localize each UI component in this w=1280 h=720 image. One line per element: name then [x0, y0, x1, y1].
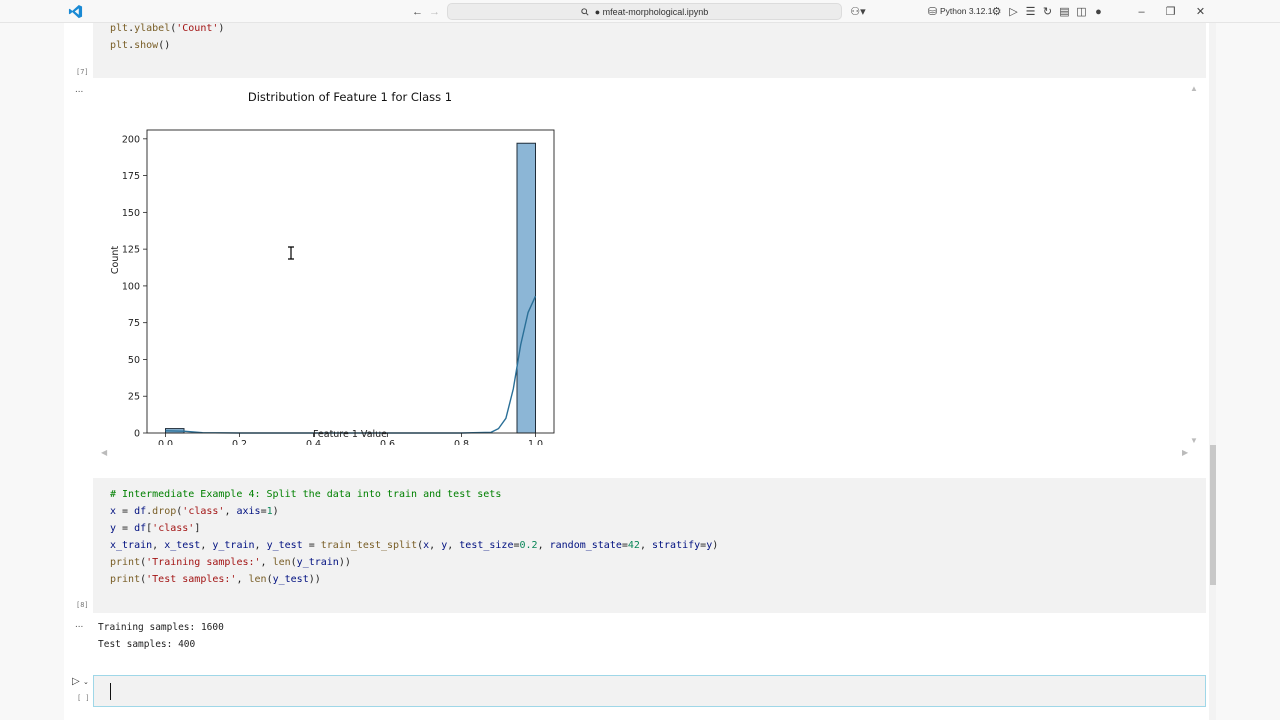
- restore-icon[interactable]: ❐: [1163, 4, 1178, 19]
- scroll-left-icon[interactable]: ◀: [101, 448, 107, 457]
- code-line: x = df.drop('class', axis=1): [110, 506, 279, 517]
- code-line: print('Test samples:', len(y_test)): [110, 574, 321, 585]
- y-tick-label: 50: [128, 355, 140, 366]
- outline-icon[interactable]: ◫: [1074, 4, 1089, 19]
- y-tick-label: 200: [122, 134, 140, 145]
- code-line: plt.ylabel('Count'): [110, 23, 225, 34]
- kernel-status-dot-icon: ●: [1095, 5, 1102, 18]
- code-comment: # Intermediate Example 4: Split the data…: [110, 489, 502, 500]
- run-cell-icon[interactable]: ▷: [72, 676, 80, 687]
- collapse-up-icon[interactable]: ▲: [1190, 84, 1198, 93]
- run-all-icon[interactable]: ▷: [1006, 4, 1021, 19]
- y-tick-label: 175: [122, 171, 140, 182]
- code-cell-8[interactable]: # Intermediate Example 4: Split the data…: [93, 478, 1206, 613]
- scrollbar-thumb[interactable]: [1210, 445, 1216, 585]
- right-strip: [1216, 23, 1280, 720]
- output-line: Training samples: 1600: [98, 622, 224, 633]
- kde-line: [165, 295, 537, 434]
- kernel-icon[interactable]: ⛁: [925, 4, 940, 19]
- vscode-logo-icon: [68, 4, 83, 19]
- y-tick-label: 25: [128, 392, 140, 403]
- code-line: x_train, x_test, y_train, y_test = train…: [110, 540, 719, 551]
- y-tick-label: 100: [122, 281, 140, 292]
- back-arrow-icon[interactable]: ←: [410, 4, 425, 19]
- text-cursor: [110, 683, 111, 700]
- plot-frame: [146, 129, 555, 434]
- copilot-icon[interactable]: ⚇▾: [848, 4, 868, 19]
- y-tick-label: 125: [122, 245, 140, 256]
- y-axis-label: Count: [110, 246, 121, 274]
- x-tick-label: 0.8: [454, 439, 469, 445]
- vertical-scrollbar[interactable]: [1209, 23, 1216, 720]
- command-center-search[interactable]: ● mfeat-morphological.ipynb: [447, 3, 842, 20]
- y-tick-label: 150: [122, 208, 140, 219]
- execution-count: [ ]: [77, 694, 90, 702]
- settings-gear-icon[interactable]: ⚙: [989, 4, 1004, 19]
- active-code-cell[interactable]: [93, 675, 1206, 707]
- output-menu-ellipsis[interactable]: ...: [75, 84, 83, 95]
- histogram-chart: Distribution of Feature 1 for Class 1 0.…: [110, 90, 555, 445]
- left-gutter: [0, 23, 64, 720]
- code-line: plt.show(): [110, 40, 171, 51]
- x-tick-label: 0.2: [232, 439, 247, 445]
- histogram-bar: [516, 142, 536, 434]
- code-line: y = df['class']: [110, 523, 201, 534]
- command-center-label: ● mfeat-morphological.ipynb: [594, 6, 709, 17]
- chart-title: Distribution of Feature 1 for Class 1: [248, 90, 452, 104]
- mouse-ibeam-cursor-icon: [288, 246, 294, 260]
- x-tick-label: 1.0: [528, 439, 543, 445]
- scroll-right-icon[interactable]: ▶: [1182, 448, 1188, 457]
- forward-arrow-icon[interactable]: →: [427, 4, 442, 19]
- variables-icon[interactable]: ▤: [1057, 4, 1072, 19]
- output-line: Test samples: 400: [98, 639, 196, 650]
- y-tick-label: 75: [128, 318, 140, 329]
- title-bar: ← → ● mfeat-morphological.ipynb ⚇▾ ⛁ Pyt…: [0, 0, 1280, 23]
- restart-icon[interactable]: ↻: [1040, 4, 1055, 19]
- minimize-icon[interactable]: –: [1134, 4, 1149, 19]
- kernel-label[interactable]: Python 3.12.1: [940, 6, 992, 16]
- collapse-down-icon[interactable]: ▼: [1190, 436, 1198, 445]
- x-axis-label: Feature 1 Value: [313, 429, 387, 440]
- clear-outputs-icon[interactable]: ☰: [1023, 4, 1038, 19]
- code-line: print('Training samples:', len(y_train)): [110, 557, 351, 568]
- execution-count: [8]: [76, 601, 89, 609]
- code-cell-7[interactable]: plt.ylabel('Count') plt.show(): [93, 23, 1206, 78]
- close-icon[interactable]: ✕: [1193, 4, 1208, 19]
- y-tick-label: 0: [134, 429, 140, 440]
- x-tick-label: 0.0: [158, 439, 173, 445]
- notebook-editor[interactable]: plt.ylabel('Count') plt.show() [7] ... ▲…: [64, 23, 1216, 720]
- output-menu-ellipsis[interactable]: ...: [75, 619, 83, 630]
- run-dropdown-icon[interactable]: ⌄: [83, 678, 89, 686]
- execution-count: [7]: [76, 68, 89, 76]
- search-icon: [581, 7, 589, 16]
